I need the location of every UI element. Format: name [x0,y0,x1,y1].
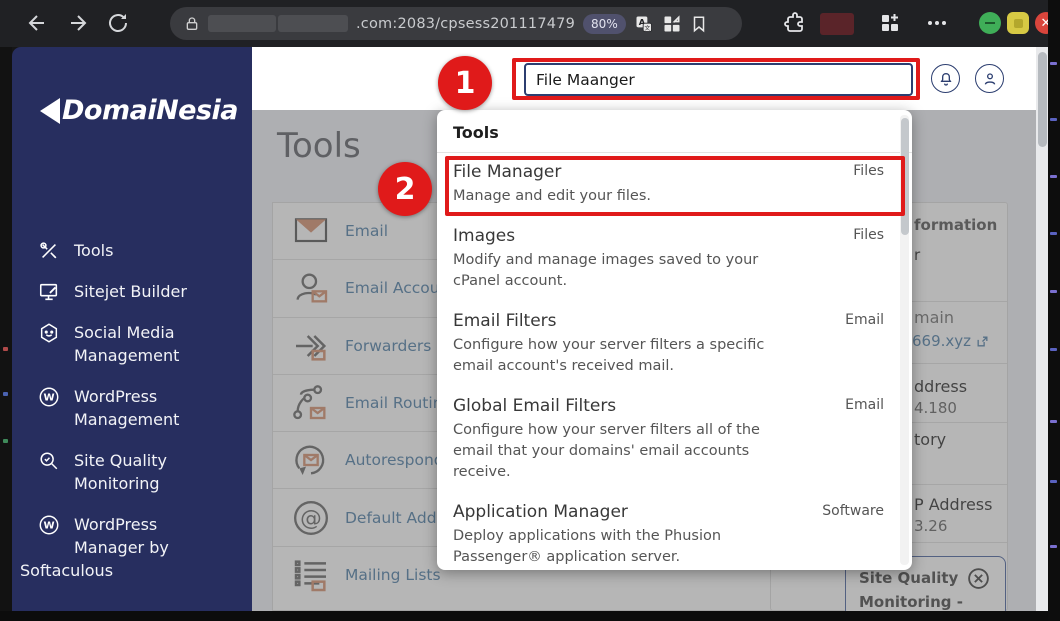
window-maximize-button[interactable] [1007,12,1029,34]
annotation-rect-search [512,58,920,100]
svg-text:文: 文 [644,23,650,31]
sidebar-item-social-media-management[interactable]: Social Media Management [12,312,252,376]
menu-dots-icon[interactable] [925,11,949,35]
notifications-button[interactable] [931,64,960,93]
translate-icon[interactable]: A文 [634,14,654,34]
step-number: 1 [455,66,476,101]
apps-grid-icon[interactable] [878,11,902,35]
annotation-step-badge-1: 1 [438,56,492,110]
logo-text: DomaiNesia [62,95,238,126]
sidebar-item-label: Softaculous [20,559,169,582]
result-category: Files [853,227,884,243]
user-account-button[interactable] [975,64,1004,93]
result-title: Global Email Filters [453,396,872,417]
user-icon [982,71,998,87]
sidebar-item-label: Social Media [74,321,179,344]
forward-icon[interactable] [66,11,90,35]
domainesia-logo: DomaiNesia [40,95,238,126]
dropdown-section-header: Tools [437,110,912,153]
wordpress-icon: W [38,514,60,536]
sidebar-item-label: Monitoring [74,472,167,495]
result-application-manager[interactable]: Application Manager Software Deploy appl… [437,493,912,570]
result-title: Application Manager [453,502,872,523]
tools-icon [38,240,60,262]
sidebar-item-label: Tools [74,239,113,262]
annotation-step-badge-2: 2 [378,162,432,216]
wordpress-icon: W [38,386,60,408]
sidebar-item-wordpress-manager-softaculous[interactable]: W WordPress Manager by Softaculous [12,504,252,591]
window-left-border [0,47,12,621]
screen: .com:2083/cpsess201117479 80% A文 ✕ [0,0,1060,621]
page-scrollbar-thumb[interactable] [1038,52,1047,147]
sidebar-item-label: Site Quality [74,449,167,472]
window-minimize-button[interactable] [979,12,1001,34]
lock-icon [184,16,200,32]
svg-text:W: W [43,521,54,532]
extensions-puzzle-icon[interactable] [783,11,807,35]
result-title: Email Filters [453,311,872,332]
result-description: Configure how your server filters a spec… [453,335,783,377]
sidebar: DomaiNesia Tools Sitejet Builder Social … [12,47,252,611]
address-bar[interactable]: .com:2083/cpsess201117479 80% A文 [170,7,742,40]
url-text: .com:2083/cpsess201117479 [356,16,575,32]
redacted-domain-block [278,15,348,32]
background-window-strip [1048,0,1060,621]
result-email-filters[interactable]: Email Filters Email Configure how your s… [437,302,912,387]
result-description: Modify and manage images saved to your c… [453,250,783,292]
split-screen-icon[interactable] [662,14,682,34]
sidebar-item-label: Sitejet Builder [74,280,187,303]
bell-icon [938,71,954,87]
result-global-email-filters[interactable]: Global Email Filters Email Configure how… [437,387,912,493]
sidebar-item-label: WordPress [74,385,179,408]
result-category: Email [845,397,884,413]
result-images[interactable]: Images Files Modify and manage images sa… [437,217,912,302]
browser-toolbar: .com:2083/cpsess201117479 80% A文 ✕ [0,0,1060,47]
back-icon[interactable] [25,11,49,35]
redacted-domain-block [208,15,276,32]
sidebar-item-label: WordPress [74,513,169,536]
hexagon-face-icon [38,322,60,344]
bookmark-icon[interactable] [690,15,708,33]
step-number: 2 [395,172,416,207]
magnifier-check-icon [38,450,60,472]
sidebar-item-label: Management [74,344,179,367]
sidebar-item-label: Management [74,408,179,431]
browser-profile-avatar[interactable] [820,13,854,35]
window-bottom-border [0,611,1060,621]
result-category: Email [845,312,884,328]
result-description: Deploy applications with the Phusion Pas… [453,526,783,568]
sidebar-menu: Tools Sitejet Builder Social Media Manag… [12,230,252,591]
sidebar-item-wordpress-management[interactable]: W WordPress Management [12,376,252,440]
sidebar-item-label: Manager by [74,536,169,559]
sidebar-item-site-quality-monitoring[interactable]: Site Quality Monitoring [12,440,252,504]
svg-text:W: W [43,393,54,404]
monitor-pen-icon [38,281,60,303]
page-scrollbar[interactable] [1036,47,1048,611]
zoom-level-badge[interactable]: 80% [583,14,626,34]
result-description: Configure how your server filters all of… [453,420,783,483]
result-category: Software [822,503,884,519]
reload-icon[interactable] [106,11,130,35]
result-title: Images [453,226,872,247]
logo-triangle-icon [40,98,60,124]
annotation-rect-file-manager [445,156,905,216]
sidebar-item-sitejet-builder[interactable]: Sitejet Builder [12,271,252,312]
sidebar-item-tools[interactable]: Tools [12,230,252,271]
